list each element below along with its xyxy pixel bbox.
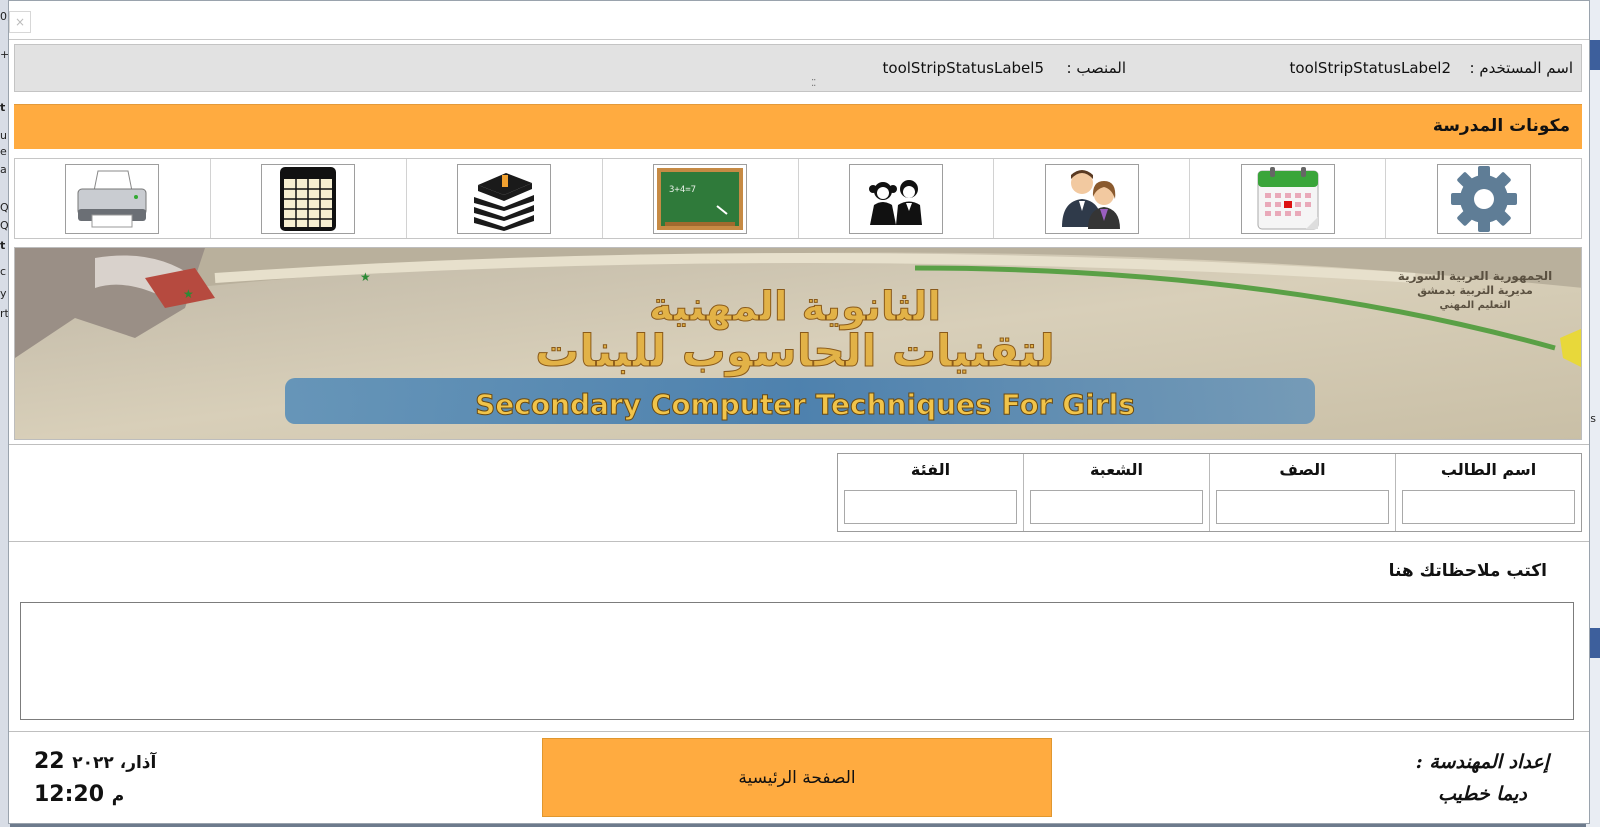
title-bar: × [9,1,1589,40]
table-icon [280,166,337,231]
blackboard-text: 3+4=7 [669,185,696,195]
credit: إعداد المهندسة : ديما خطيب [1416,746,1549,810]
print-button[interactable] [65,163,160,234]
subjects-button[interactable] [457,163,552,234]
status-strip: اسم المستخدم : toolStripStatusLabel2 الم… [14,44,1582,92]
date-time: 22 آذار، ٢٠٢٢ 12:20 م [34,746,156,812]
category-label: الفئة [910,460,951,479]
books-icon [474,172,535,231]
date-line: 22 آذار، ٢٠٢٢ [34,746,156,779]
category-input[interactable] [844,490,1017,524]
credit-line1: إعداد المهندسة : [1415,751,1549,773]
banner-title-line2: لتقنيات الحاسوب للبنات [535,326,1055,377]
position-value: toolStripStatusLabel5 [882,59,1044,77]
banner-corner-text: التعليم المهني [1439,300,1510,311]
credit-line2: ديما خطيب [1437,783,1527,805]
classes-button[interactable]: 3+4=7 [653,163,748,234]
calendar-icon [1257,166,1319,229]
notes-label: اكتب ملاحظاتك هنا [1388,561,1547,581]
notes-textarea[interactable] [20,602,1574,720]
icon-toolbar: 3+4=7 [14,158,1582,239]
section-header: مكونات المدرسة [14,104,1582,149]
toolbar-cell [209,159,406,238]
resize-grip: ⁚⁚ [811,78,816,89]
settings-button[interactable] [1436,163,1531,234]
footer: الصفحة الرئيسية إعداد المهندسة : ديما خط… [9,732,1589,824]
gear-icon [1450,165,1517,232]
blackboard-icon: 3+4=7 [657,167,744,230]
divider [9,444,1589,445]
student-name-input[interactable] [1402,490,1575,524]
toolbar-cell [1189,159,1385,238]
student-name-column: اسم الطالب [1395,454,1581,531]
toolbar-cell: 3+4=7 [601,159,798,238]
class-column: الصف [1209,454,1395,531]
student-info-form: اسم الطالب الصف الشعبة الفئة [837,453,1582,532]
home-button[interactable]: الصفحة الرئيسية [542,738,1052,817]
date-day: 22 [34,749,65,774]
banner-english-title: Secondary Computer Techniques For Girls [475,388,1135,421]
calendar-button[interactable] [1240,163,1335,234]
students-button[interactable] [848,163,943,234]
time-line: 12:20 م [34,779,156,812]
close-button[interactable]: × [9,11,31,33]
class-label: الصف [1279,460,1326,479]
date-month-year: آذار، ٢٠٢٢ [72,753,157,773]
banner-star: ★ [360,270,371,284]
banner-corner-text: الجمهورية العربية السورية [1398,269,1552,284]
user-value: toolStripStatusLabel2 [1289,59,1451,77]
banner-star: ★ [183,287,194,301]
student-name-label: اسم الطالب [1440,460,1537,479]
divider [9,541,1589,542]
banner-title-line1: الثانوية المهنية [649,284,941,330]
category-column: الفئة [838,454,1023,531]
time-value: 12:20 [34,782,105,807]
section-input[interactable] [1030,490,1203,524]
user-label: اسم المستخدم : [1469,59,1573,77]
toolbar-cell [405,159,602,238]
main-window: × اسم المستخدم : toolStripStatusLabel2 ا… [8,0,1590,824]
toolbar-cell [797,159,994,238]
schedule-button[interactable] [261,163,356,234]
printer-icon [77,170,147,227]
teachers-button[interactable] [1044,163,1139,234]
students-icon [868,179,922,225]
time-suffix: م [111,786,125,806]
banner-corner-text: مديرية التربية بدمشق [1417,284,1533,297]
section-column: الشعبة [1023,454,1209,531]
toolbar-cell [1385,159,1581,238]
position-label: المنصب : [1066,59,1127,77]
toolbar-cell [993,159,1189,238]
teachers-icon [1061,169,1120,229]
banner-image: ★ ★ الثانوية المهنية لتقنيات الحاسوب للب… [15,248,1581,439]
section-label: الشعبة [1089,460,1144,479]
toolbar-cell [15,159,210,238]
class-input[interactable] [1216,490,1389,524]
school-banner: ★ ★ الثانوية المهنية لتقنيات الحاسوب للب… [14,247,1582,440]
section-title: مكونات المدرسة [1432,116,1570,136]
